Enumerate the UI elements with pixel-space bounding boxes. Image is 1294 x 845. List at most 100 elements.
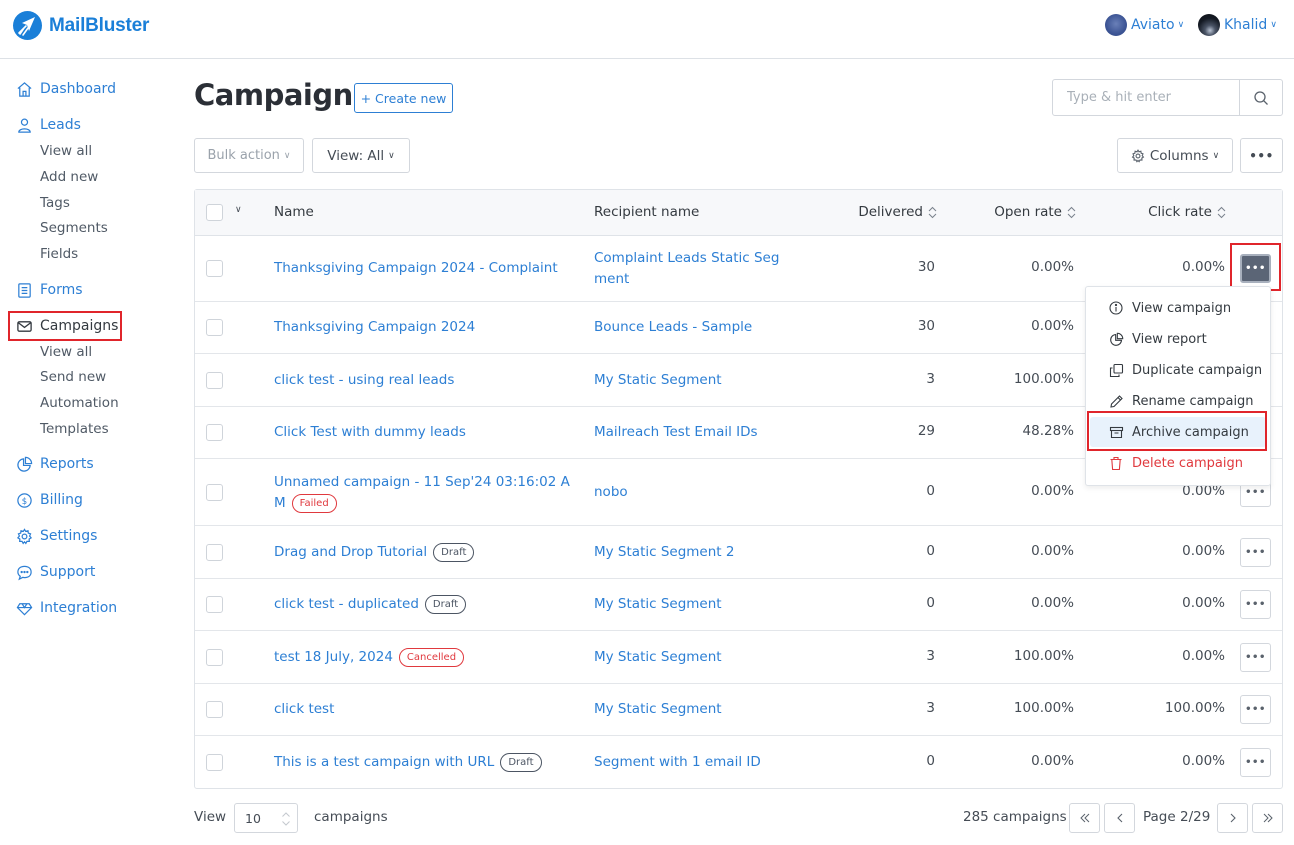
menu-item-rename-campaign[interactable]: Rename campaign <box>1090 386 1266 416</box>
recipient-name: My Static Segment <box>594 648 722 665</box>
info-circle-icon <box>1108 300 1124 316</box>
last-page-button[interactable] <box>1252 803 1283 833</box>
sidebar-leads-segments[interactable]: Segments <box>40 220 108 236</box>
menu-item-delete-campaign[interactable]: Delete campaign <box>1090 448 1266 478</box>
chevron-down-icon: ∨ <box>1177 20 1185 30</box>
campaign-name-link[interactable]: click test <box>274 699 334 720</box>
page-indicator: Page 2/29 <box>1143 809 1211 825</box>
row-actions-button[interactable]: ••• <box>1240 254 1271 283</box>
campaign-name-link[interactable]: click test - duplicated Draft <box>274 594 467 615</box>
recipient-name: My Static Segment <box>594 371 722 388</box>
row-checkbox[interactable] <box>206 701 223 718</box>
row-checkbox[interactable] <box>206 596 223 613</box>
sidebar-leads-view-all[interactable]: View all <box>40 143 92 159</box>
menu-item-view-campaign[interactable]: View campaign <box>1090 293 1266 323</box>
sidebar-item-label: Dashboard <box>40 81 116 97</box>
open-rate: 100.00% <box>1013 370 1074 387</box>
row-checkbox[interactable] <box>206 483 223 501</box>
columns-dropdown[interactable]: Columns ∨ <box>1117 138 1233 173</box>
row-checkbox[interactable] <box>206 424 223 441</box>
row-actions-button[interactable]: ••• <box>1240 642 1271 672</box>
campaign-name-link[interactable]: test 18 July, 2024 Cancelled <box>274 647 465 668</box>
search-button[interactable] <box>1239 80 1282 115</box>
stepper-icon[interactable] <box>281 810 291 828</box>
open-rate: 0.00% <box>1031 752 1074 769</box>
more-options-button[interactable]: ••• <box>1240 138 1283 173</box>
sidebar-leads-add-new[interactable]: Add new <box>40 169 98 185</box>
sidebar-leads-tags[interactable]: Tags <box>40 195 70 211</box>
sidebar-item-reports[interactable]: Reports <box>15 455 94 473</box>
row-checkbox[interactable] <box>206 319 223 336</box>
recipient-link[interactable]: Complaint Leads Static Seg ment <box>594 248 779 290</box>
previous-page-button[interactable] <box>1104 803 1135 833</box>
recipient-link[interactable]: Bounce Leads - Sample <box>594 317 752 338</box>
workspace-switcher[interactable]: Aviato ∨ <box>1105 14 1184 36</box>
sidebar-item-integration[interactable]: Integration <box>15 599 117 617</box>
menu-item-duplicate-campaign[interactable]: Duplicate campaign <box>1090 355 1266 385</box>
campaign-name: Unnamed campaign - 11 Sep'24 03:16:02 A <box>274 473 570 490</box>
campaign-name: test 18 July, 2024 <box>274 648 393 665</box>
row-actions-button[interactable]: ••• <box>1240 537 1271 567</box>
user-menu[interactable]: Khalid ∨ <box>1198 14 1277 36</box>
view-filter-dropdown[interactable]: View: All ∨ <box>312 138 410 173</box>
campaign-name-link[interactable]: This is a test campaign with URL Draft <box>274 752 542 773</box>
recipient-link[interactable]: My Static Segment <box>594 370 722 391</box>
search-input[interactable] <box>1053 80 1240 115</box>
bulk-action-dropdown[interactable]: Bulk action ∨ <box>194 138 304 173</box>
column-header-click-rate[interactable]: Click rate <box>1148 204 1226 220</box>
create-new-button[interactable]: + Create new <box>354 83 453 113</box>
brand[interactable]: MailBluster <box>13 11 149 40</box>
sidebar-campaigns-send-new[interactable]: Send new <box>40 369 106 385</box>
search-box <box>1052 79 1283 116</box>
recipient-link[interactable]: nobo <box>594 482 628 503</box>
row-checkbox[interactable] <box>206 371 223 389</box>
campaign-name-link[interactable]: Click Test with dummy leads <box>274 422 466 443</box>
pie-chart-icon <box>15 455 33 473</box>
campaign-name-link[interactable]: Unnamed campaign - 11 Sep'24 03:16:02 A M… <box>274 472 570 514</box>
sidebar-campaigns-view-all[interactable]: View all <box>40 344 92 360</box>
recipient-link[interactable]: My Static Segment 2 <box>594 542 734 563</box>
sidebar-campaigns-templates[interactable]: Templates <box>40 421 109 437</box>
column-header-delivered[interactable]: Delivered <box>858 204 937 220</box>
select-options-chevron-icon[interactable]: ∨ <box>235 205 242 215</box>
recipient-link[interactable]: My Static Segment <box>594 699 722 720</box>
sidebar-item-settings[interactable]: Settings <box>15 527 97 545</box>
sidebar-item-forms[interactable]: Forms <box>15 281 83 299</box>
campaign-name-link[interactable]: click test - using real leads <box>274 370 454 391</box>
sidebar-item-campaigns[interactable]: Campaigns <box>15 317 118 335</box>
delivered-count: 3 <box>926 370 935 387</box>
row-checkbox[interactable] <box>206 648 223 666</box>
select-all-checkbox[interactable] <box>206 204 223 221</box>
row-actions-button[interactable]: ••• <box>1240 695 1271 724</box>
row-checkbox[interactable] <box>206 543 223 561</box>
campaign-name-link[interactable]: Thanksgiving Campaign 2024 <box>274 317 475 338</box>
menu-item-view-report[interactable]: View report <box>1090 324 1266 354</box>
row-checkbox[interactable] <box>206 753 223 771</box>
row-checkbox[interactable] <box>206 260 223 277</box>
sidebar-item-billing[interactable]: $ Billing <box>15 491 83 509</box>
top-bar: MailBluster Aviato ∨ Khalid ∨ <box>0 0 1294 59</box>
next-page-button[interactable] <box>1217 803 1248 833</box>
user-icon <box>15 116 33 134</box>
sidebar-item-support[interactable]: Support <box>15 563 95 581</box>
sidebar-item-label: Campaigns <box>40 318 119 334</box>
menu-item-archive-campaign[interactable]: Archive campaign <box>1090 417 1266 447</box>
recipient-link[interactable]: Segment with 1 email ID <box>594 752 761 773</box>
campaign-name: Thanksgiving Campaign 2024 <box>274 319 476 335</box>
campaign-name-link[interactable]: Drag and Drop Tutorial Draft <box>274 542 475 563</box>
row-actions-button[interactable]: ••• <box>1240 590 1271 619</box>
column-header-open-rate[interactable]: Open rate <box>994 204 1076 220</box>
per-page-input[interactable]: 10 <box>234 803 298 833</box>
first-page-button[interactable] <box>1069 803 1100 833</box>
sidebar-item-leads[interactable]: Leads <box>15 116 81 134</box>
recipient-link[interactable]: My Static Segment <box>594 594 722 615</box>
row-actions-button[interactable]: ••• <box>1240 747 1271 777</box>
sidebar-campaigns-automation[interactable]: Automation <box>40 395 119 411</box>
recipient-link[interactable]: Mailreach Test Email IDs <box>594 422 758 443</box>
sidebar-item-label: Forms <box>40 282 83 298</box>
sidebar-leads-fields[interactable]: Fields <box>40 246 78 262</box>
sidebar-item-dashboard[interactable]: Dashboard <box>15 80 116 98</box>
recipient-link[interactable]: My Static Segment <box>594 647 722 668</box>
campaign-name-link[interactable]: Thanksgiving Campaign 2024 - Complaint <box>274 258 558 279</box>
chevron-right-icon <box>1230 813 1236 823</box>
